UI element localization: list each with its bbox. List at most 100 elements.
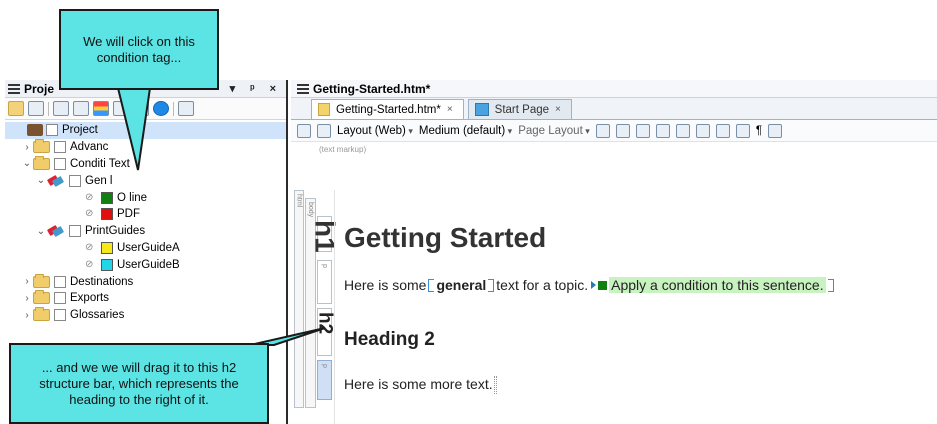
tree-item-label: Glossaries: [70, 309, 125, 322]
tab-label: Start Page: [494, 103, 550, 116]
tree-item-userguideb[interactable]: ⊘ UserGuideB: [5, 256, 286, 273]
chevron-right-icon[interactable]: ›: [21, 142, 33, 153]
table-icon[interactable]: [675, 123, 690, 138]
text-markup-label: (text markup): [319, 145, 367, 154]
tree-item-pdf[interactable]: ⊘ PDF: [5, 206, 286, 223]
tag-icon: ⊘: [85, 191, 94, 203]
folder-open-icon: [33, 155, 50, 170]
paragraph-1[interactable]: Here is some general text for a topic. A…: [344, 277, 836, 293]
tree-item-project[interactable]: Project: [5, 122, 286, 139]
menu-icon[interactable]: [8, 82, 20, 96]
text-format-icon[interactable]: [695, 123, 710, 138]
chevron-down-icon[interactable]: ⌄: [35, 226, 47, 237]
checkbox[interactable]: [69, 174, 81, 187]
condition-color-swatch: [101, 208, 113, 221]
text-run: text for a topic.: [496, 277, 589, 293]
close-icon[interactable]: ×: [555, 104, 561, 115]
tab-getting-started[interactable]: Getting-Started.htm* ×: [311, 99, 464, 119]
heading-2[interactable]: Heading 2: [344, 329, 435, 351]
panel-window-controls[interactable]: ▾ ᵖ ×: [230, 82, 282, 95]
chevron-down-icon[interactable]: ⌄: [35, 175, 47, 186]
chevron-right-icon[interactable]: ›: [21, 293, 33, 304]
tab-start-page[interactable]: Start Page ×: [467, 99, 572, 119]
structure-bar-h1[interactable]: h1: [310, 216, 341, 253]
document-content[interactable]: Getting Started Here is some general tex…: [334, 190, 937, 424]
import-icon[interactable]: [178, 101, 194, 116]
span-end-marker[interactable]: [488, 278, 495, 292]
checkbox[interactable]: [46, 124, 58, 137]
tree-item-label: Exports: [70, 292, 109, 305]
condition-tag-set-icon: [47, 175, 65, 187]
page-layout-dropdown[interactable]: Page Layout: [518, 125, 590, 137]
paragraph-2[interactable]: Here is some more text.: [344, 376, 497, 395]
project-toolbar: [5, 98, 286, 120]
zoom-icon[interactable]: [655, 123, 670, 138]
callout-top: We will click on this condition tag...: [59, 9, 219, 90]
chevron-down-icon[interactable]: ⌄: [21, 158, 33, 169]
tag-icon: ⊘: [85, 241, 94, 253]
close-icon[interactable]: ×: [447, 104, 453, 115]
tree-item-label: UserGuideB: [117, 258, 180, 271]
layout-dropdown[interactable]: Layout (Web): [337, 125, 413, 137]
filter-icon[interactable]: [133, 101, 149, 116]
folder-icon: [33, 139, 50, 154]
tree-item-destinations[interactable]: › Destinations: [5, 273, 286, 290]
tree-item-label: PDF: [117, 208, 140, 221]
checkbox[interactable]: [54, 292, 66, 305]
tab-label: Getting-Started.htm*: [336, 103, 441, 116]
tree-item-general[interactable]: ⌄ Gen l: [5, 172, 286, 189]
eye-icon[interactable]: [768, 123, 782, 138]
span-end-marker[interactable]: [827, 278, 834, 292]
folder-icon: [33, 290, 50, 305]
project-tree: Project › Advanc ⌄ Conditi Text ⌄ Gen l …: [5, 120, 286, 324]
condition-color-swatch: [101, 241, 113, 254]
tree-item-glossaries[interactable]: › Glossaries: [5, 307, 286, 324]
structure-bars: html body h1 p h2 p: [291, 190, 341, 424]
structure-bar-h2[interactable]: h2: [315, 308, 336, 356]
highlighter-icon[interactable]: [317, 123, 331, 138]
document-title: Getting-Started.htm*: [313, 81, 431, 96]
checkbox[interactable]: [54, 309, 66, 322]
structure-bar-html[interactable]: html: [294, 190, 304, 408]
show-tags-icon[interactable]: [615, 123, 630, 138]
heading-1[interactable]: Getting Started: [344, 222, 546, 254]
open-folder-icon[interactable]: [8, 101, 24, 116]
chevron-right-icon[interactable]: ›: [21, 276, 33, 287]
menu-icon[interactable]: [297, 82, 309, 96]
new-item-icon[interactable]: [28, 101, 44, 116]
globe-icon[interactable]: [153, 101, 169, 116]
tree-item-label: Gen l: [85, 174, 113, 187]
show-markers-icon[interactable]: [635, 123, 650, 138]
condition-start-marker[interactable]: [591, 281, 597, 289]
tree-item-label: UserGuideA: [117, 241, 180, 254]
checkbox[interactable]: [69, 225, 81, 238]
briefcase-icon: [27, 124, 43, 137]
tree-item-advanced[interactable]: › Advanc: [5, 139, 286, 156]
conditions-icon[interactable]: [735, 123, 750, 138]
text-run-bold: general: [436, 277, 487, 293]
medium-dropdown[interactable]: Medium (default): [419, 125, 512, 137]
conditions-icon[interactable]: [93, 101, 109, 116]
checkbox[interactable]: [54, 141, 66, 154]
expand-all-icon[interactable]: [53, 101, 69, 116]
view-icon[interactable]: [297, 123, 311, 138]
checkbox[interactable]: [54, 157, 66, 170]
structure-bar-p[interactable]: p: [317, 260, 332, 304]
tree-item-condition-text[interactable]: ⌄ Conditi Text: [5, 155, 286, 173]
tree-item-online[interactable]: ⊘ O line: [5, 189, 286, 206]
pilcrow-icon[interactable]: ¶: [756, 125, 762, 137]
tree-item-userguidea[interactable]: ⊘ UserGuideA: [5, 240, 286, 257]
structure-bar-p[interactable]: p: [317, 360, 332, 400]
tree-item-exports[interactable]: › Exports: [5, 290, 286, 307]
tree-item-printguides[interactable]: ⌄ PrintGuides: [5, 223, 286, 240]
collapse-all-icon[interactable]: [73, 101, 89, 116]
preview-icon[interactable]: [595, 123, 610, 138]
project-panel-title: Proje: [24, 81, 55, 96]
properties-icon[interactable]: [113, 101, 129, 116]
tag-icon: ⊘: [85, 208, 94, 220]
text-caret: [493, 376, 497, 395]
info-icon[interactable]: [715, 123, 730, 138]
checkbox[interactable]: [54, 275, 66, 288]
span-start-marker[interactable]: [428, 278, 435, 292]
chevron-right-icon[interactable]: ›: [21, 310, 33, 321]
